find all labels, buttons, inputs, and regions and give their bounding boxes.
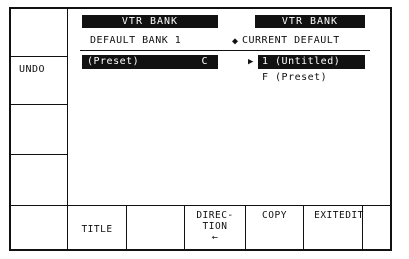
left-bank-subtitle: DEFAULT BANK 1 [90,35,182,46]
softkey-row-top-border [10,205,391,206]
selection-marker-icon: ▶ [248,57,254,67]
exitedit-softkey[interactable]: EXITEDIT [304,210,374,221]
undo-button[interactable]: UNDO [19,64,45,76]
left-bank-title: VTR BANK [82,15,218,28]
right-bank-row-1[interactable]: 1 (Untitled) [258,55,365,69]
copy-softkey[interactable]: COPY [246,210,303,221]
direction-softkey-line2: TION [202,221,228,232]
right-bank-title: VTR BANK [255,15,365,28]
right-bank-row-2[interactable]: F (Preset) [262,72,327,84]
left-column-divider [67,8,68,250]
direction-softkey[interactable]: DIREC- TION ← [185,210,245,243]
direction-softkey-line1: DIREC- [196,210,234,221]
right-bank-subtitle: CURRENT DEFAULT [242,35,340,46]
softkey-divider-1 [126,205,127,250]
direction-arrow-icon: ← [211,232,219,243]
left-column-sep-1 [10,56,67,57]
left-bank-code: C [201,56,208,67]
title-softkey[interactable]: TITLE [68,224,126,235]
left-column-sep-3 [10,154,67,155]
right-bank-item-1: 1 (Untitled) [262,56,341,67]
left-bank-name: (Preset) [87,56,140,67]
left-column-sep-2 [10,104,67,105]
header-underline [80,50,370,51]
transfer-arrow-icon: ◆ [232,36,239,47]
left-bank-row[interactable]: (Preset) C [82,55,218,69]
